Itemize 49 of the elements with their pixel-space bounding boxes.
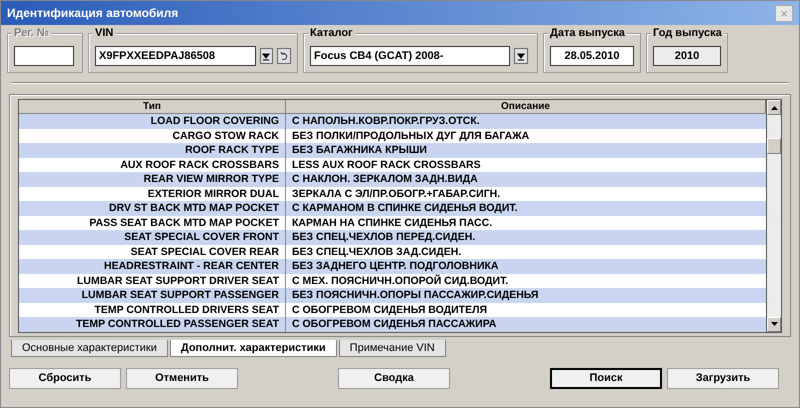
field-label: Рег. № (12, 27, 52, 39)
dialog-button[interactable]: Сводка (338, 368, 450, 388)
scroll-thumb[interactable] (767, 138, 781, 154)
field-label: Каталог (308, 27, 355, 39)
down-arrow-icon (770, 322, 778, 326)
scrollbar[interactable] (767, 99, 782, 332)
scroll-down-button[interactable] (767, 316, 781, 332)
table-cell-text: С МЕХ. ПОЯСНИЧН.ОПОРОЙ СИД.ВОДИТ. (291, 274, 510, 288)
dropdown-button[interactable] (260, 48, 274, 64)
field-label: Дата выпуска (548, 27, 627, 39)
field-label: VIN (93, 27, 116, 39)
input-field[interactable]: 2010 (653, 46, 721, 66)
table-cell-text: LESS AUX ROOF RACK CROSSBARS (291, 158, 482, 172)
table-cell-text: ЗЕРКАЛА С ЭЛ/ПР.ОБОГР.+ГАБАР.СИГН. (291, 186, 502, 201)
input-field[interactable] (14, 46, 74, 66)
up-arrow-icon (770, 106, 778, 110)
table-cell-text: С КАРМАНОМ В СПИНКЕ СИДЕНЬЯ ВОДИТ. (291, 201, 519, 216)
window-title: Идентификация автомобиля (7, 6, 178, 20)
field-label: Год выпуска (651, 27, 724, 39)
table-cell-text: БЕЗ СПЕЦ.ЧЕХЛОВ ЗАД.СИДЕН. (291, 244, 462, 259)
scroll-up-button[interactable] (767, 100, 781, 115)
down-arrow-icon (517, 52, 525, 60)
dialog-button[interactable]: Загрузить (667, 368, 779, 388)
refresh-icon (280, 51, 288, 61)
table-cell-text: БЕЗ СПЕЦ.ЧЕХЛОВ ПЕРЕД.СИДЕН. (291, 230, 476, 244)
table-cell-text: БЕЗ БАГАЖНИКА КРЫШИ (291, 143, 428, 158)
table-cell-text: БЕЗ ПОЯСНИЧН.ОПОРЫ ПАССАЖИР.СИДЕНЬЯ (291, 288, 540, 302)
table-cell-text: БЕЗ ПОЛКИ/ПРОДОЛЬНЫХ ДУГ ДЛЯ БАГАЖА (291, 128, 530, 143)
input-field[interactable]: X9FPXXEEDPAJ86508 (95, 46, 256, 66)
table-cell-text: КАРМАН НА СПИНКЕ СИДЕНЬЯ ПАСС. (291, 216, 494, 230)
refresh-button[interactable] (277, 48, 291, 64)
dialog-button[interactable]: Сбросить (9, 368, 121, 388)
table-cell-text: С ОБОГРЕВОМ СИДЕНЬЯ ВОДИТЕЛЯ (291, 302, 488, 317)
tab[interactable]: Дополнит. характеристики (170, 340, 337, 356)
column-header[interactable]: Описание (286, 100, 766, 114)
dropdown-button[interactable] (514, 48, 528, 64)
table-cell-text: БЕЗ ЗАДНЕГО ЦЕНТР. ПОДГОЛОВНИКА (291, 259, 500, 274)
tab[interactable]: Примечание VIN (338, 340, 446, 356)
dialog-button[interactable]: Поиск (550, 368, 662, 388)
input-field[interactable]: 28.05.2010 (550, 46, 634, 66)
table-cell-text: С НАПОЛЬН.КОВР.ПОКР.ГРУЗ.ОТСК. (291, 114, 481, 128)
tab[interactable]: Основные характеристики (11, 340, 168, 356)
input-field[interactable]: Focus CB4 (GCAT) 2008- (310, 46, 510, 66)
down-arrow-icon (262, 52, 270, 60)
table-cell: TEMP CONTROLLED PASSENGER SEAT (19, 317, 286, 332)
column-header[interactable]: Тип (19, 100, 286, 114)
table-cell-text: С ОБОГРЕВОМ СИДЕНЬЯ ПАССАЖИРА (291, 317, 498, 332)
table-cell-text: С НАКЛОН. ЗЕРКАЛОМ ЗАДН.ВИДА (291, 172, 479, 186)
dialog-button[interactable]: Отменить (126, 368, 238, 388)
